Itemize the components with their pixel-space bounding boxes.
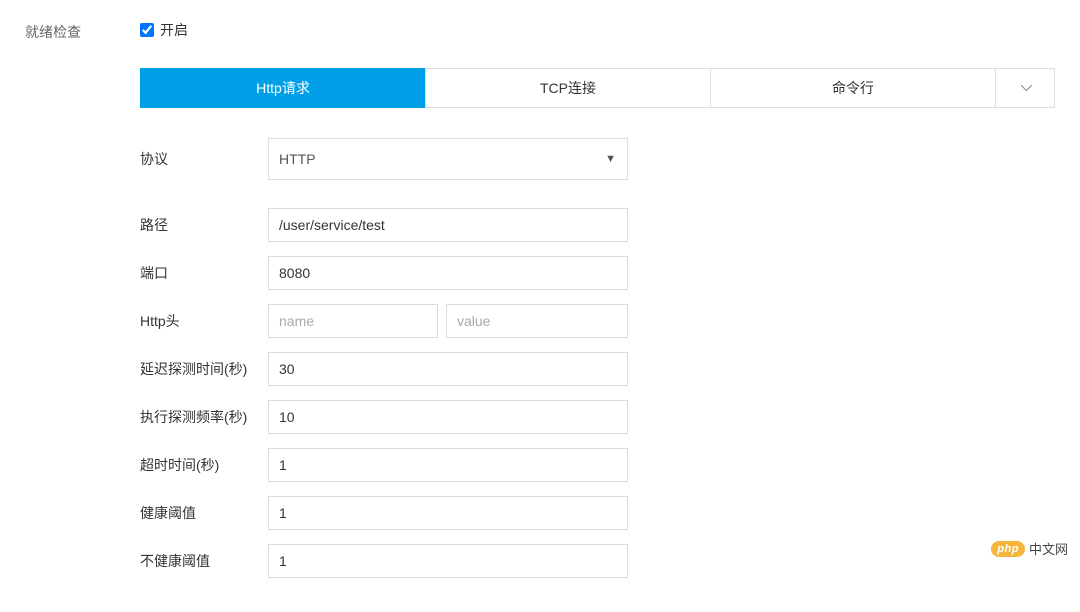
timeout-input[interactable] [268, 448, 628, 482]
header-name-input[interactable] [268, 304, 438, 338]
path-label: 路径 [140, 215, 268, 235]
path-input[interactable] [268, 208, 628, 242]
watermark-text: 中文网 [1029, 539, 1068, 558]
tab-cmd[interactable]: 命令行 [710, 68, 996, 108]
protocol-select[interactable]: HTTP [268, 138, 628, 180]
unhealthy-threshold-input[interactable] [268, 544, 628, 578]
tab-http[interactable]: Http请求 [140, 68, 426, 108]
tab-bar: Http请求 TCP连接 命令行 [140, 68, 1055, 108]
period-input[interactable] [268, 400, 628, 434]
timeout-label: 超时时间(秒) [140, 455, 268, 475]
unhealthy-label: 不健康阈值 [140, 551, 268, 571]
delay-input[interactable] [268, 352, 628, 386]
http-header-label: Http头 [140, 311, 268, 331]
protocol-label: 协议 [140, 149, 268, 169]
enable-label: 开启 [160, 20, 188, 40]
header-value-input[interactable] [446, 304, 628, 338]
watermark-badge: php [991, 541, 1025, 557]
chevron-down-icon [1021, 80, 1032, 91]
healthy-threshold-input[interactable] [268, 496, 628, 530]
period-label: 执行探测频率(秒) [140, 407, 268, 427]
port-label: 端口 [140, 263, 268, 283]
delay-label: 延迟探测时间(秒) [140, 359, 268, 379]
tab-expand[interactable] [995, 68, 1055, 108]
port-input[interactable] [268, 256, 628, 290]
section-title: 就绪检查 [25, 20, 140, 592]
enable-checkbox[interactable] [140, 23, 154, 37]
watermark: php 中文网 [991, 539, 1068, 558]
healthy-label: 健康阈值 [140, 503, 268, 523]
tab-tcp[interactable]: TCP连接 [425, 68, 711, 108]
